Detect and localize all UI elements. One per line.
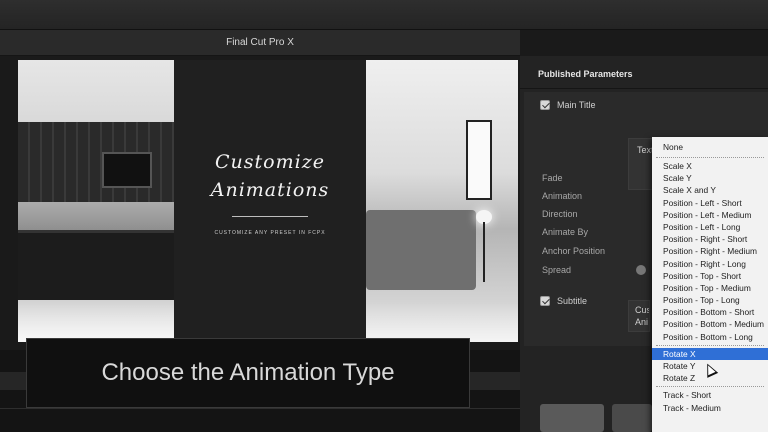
subtitle-checkbox[interactable]: [540, 296, 550, 306]
param-fade: Fade: [542, 173, 563, 183]
menu-item-position-top-medium[interactable]: Position - Top - Medium: [652, 282, 768, 294]
menu-group-scale-position: Scale X Scale Y Scale X and Y Position - Le…: [652, 160, 768, 343]
sofa-image: [18, 230, 174, 300]
card-title-line-2: Animations: [210, 179, 330, 201]
menu-separator: [652, 343, 768, 348]
subtitle-popup-text: Cus Ani: [635, 305, 650, 327]
menu-separator: [652, 155, 768, 160]
menu-item-none[interactable]: None: [652, 137, 768, 155]
floor-reflection: [18, 302, 174, 342]
menu-item-scale-y[interactable]: Scale Y: [652, 172, 768, 184]
menu-item-rotate-x[interactable]: Rotate X: [652, 347, 768, 360]
room-image-left: [18, 60, 174, 342]
viewer-titlebar: Final Cut Pro X: [0, 30, 520, 56]
menu-item-position-bottom-long[interactable]: Position - Bottom - Long: [652, 331, 768, 343]
card-divider: [232, 216, 308, 217]
lamp-pole: [483, 222, 485, 282]
param-animation: Animation: [542, 191, 583, 201]
window-title: Final Cut Pro X: [226, 37, 294, 48]
top-toolbar: [0, 0, 768, 30]
param-spread: Spread: [542, 265, 572, 275]
video-viewer[interactable]: Customize Animations CUSTOMIZE ANY PRESE…: [18, 60, 518, 342]
card-subtitle: CUSTOMIZE ANY PRESET IN FCPX: [214, 230, 326, 236]
menu-item-position-right-long[interactable]: Position - Right - Long: [652, 258, 768, 270]
menu-item-position-right-short[interactable]: Position - Right - Short: [652, 233, 768, 245]
menu-item-scale-x-and-y[interactable]: Scale X and Y: [652, 184, 768, 196]
tv-image: [102, 152, 152, 188]
room-image-right: [366, 60, 518, 342]
menu-item-position-bottom-short[interactable]: Position - Bottom - Short: [652, 306, 768, 318]
inspector-header: Published Parameters: [538, 69, 633, 79]
animation-type-dropdown-menu[interactable]: None Scale X Scale Y Scale X and Y Position…: [652, 137, 768, 432]
inspector-tile-2[interactable]: [612, 404, 652, 432]
inspector-tile[interactable]: [540, 404, 604, 432]
menu-item-position-left-short[interactable]: Position - Left - Short: [652, 197, 768, 209]
wall-art-image: [466, 120, 492, 200]
title-card: Customize Animations CUSTOMIZE ANY PRESE…: [174, 60, 366, 342]
menu-item-position-bottom-medium[interactable]: Position - Bottom - Medium: [652, 318, 768, 330]
sofa-image-right: [366, 210, 476, 290]
spread-slider-knob[interactable]: [636, 265, 646, 275]
caption-overlay: Choose the Animation Type: [26, 338, 470, 408]
timeline-ruler: [0, 408, 520, 409]
menu-item-track-short[interactable]: Track - Short: [652, 389, 768, 401]
subtitle-animation-popup[interactable]: Cus Ani: [628, 300, 650, 332]
menu-group-track: Track - Short Track - Medium: [652, 389, 768, 413]
subtitle-label: Subtitle: [557, 296, 588, 306]
menu-item-scale-x[interactable]: Scale X: [652, 160, 768, 172]
main-title-checkbox[interactable]: [540, 100, 550, 110]
menu-item-position-left-long[interactable]: Position - Left - Long: [652, 221, 768, 233]
floor-reflection-right: [366, 302, 518, 342]
menu-item-position-top-long[interactable]: Position - Top - Long: [652, 294, 768, 306]
menu-item-track-medium[interactable]: Track - Medium: [652, 402, 768, 414]
menu-item-position-right-medium[interactable]: Position - Right - Medium: [652, 245, 768, 257]
inspector-divider: [520, 88, 768, 89]
param-animate-by: Animate By: [542, 227, 589, 237]
menu-item-position-left-medium[interactable]: Position - Left - Medium: [652, 209, 768, 221]
menu-separator: [652, 384, 768, 389]
param-anchor-position: Anchor Position: [542, 246, 606, 256]
card-title: Customize Animations: [174, 148, 366, 204]
card-title-line-1: Customize: [215, 151, 325, 173]
menu-item-position-top-short[interactable]: Position - Top - Short: [652, 270, 768, 282]
param-direction: Direction: [542, 209, 578, 219]
main-title-label: Main Title: [557, 100, 596, 110]
